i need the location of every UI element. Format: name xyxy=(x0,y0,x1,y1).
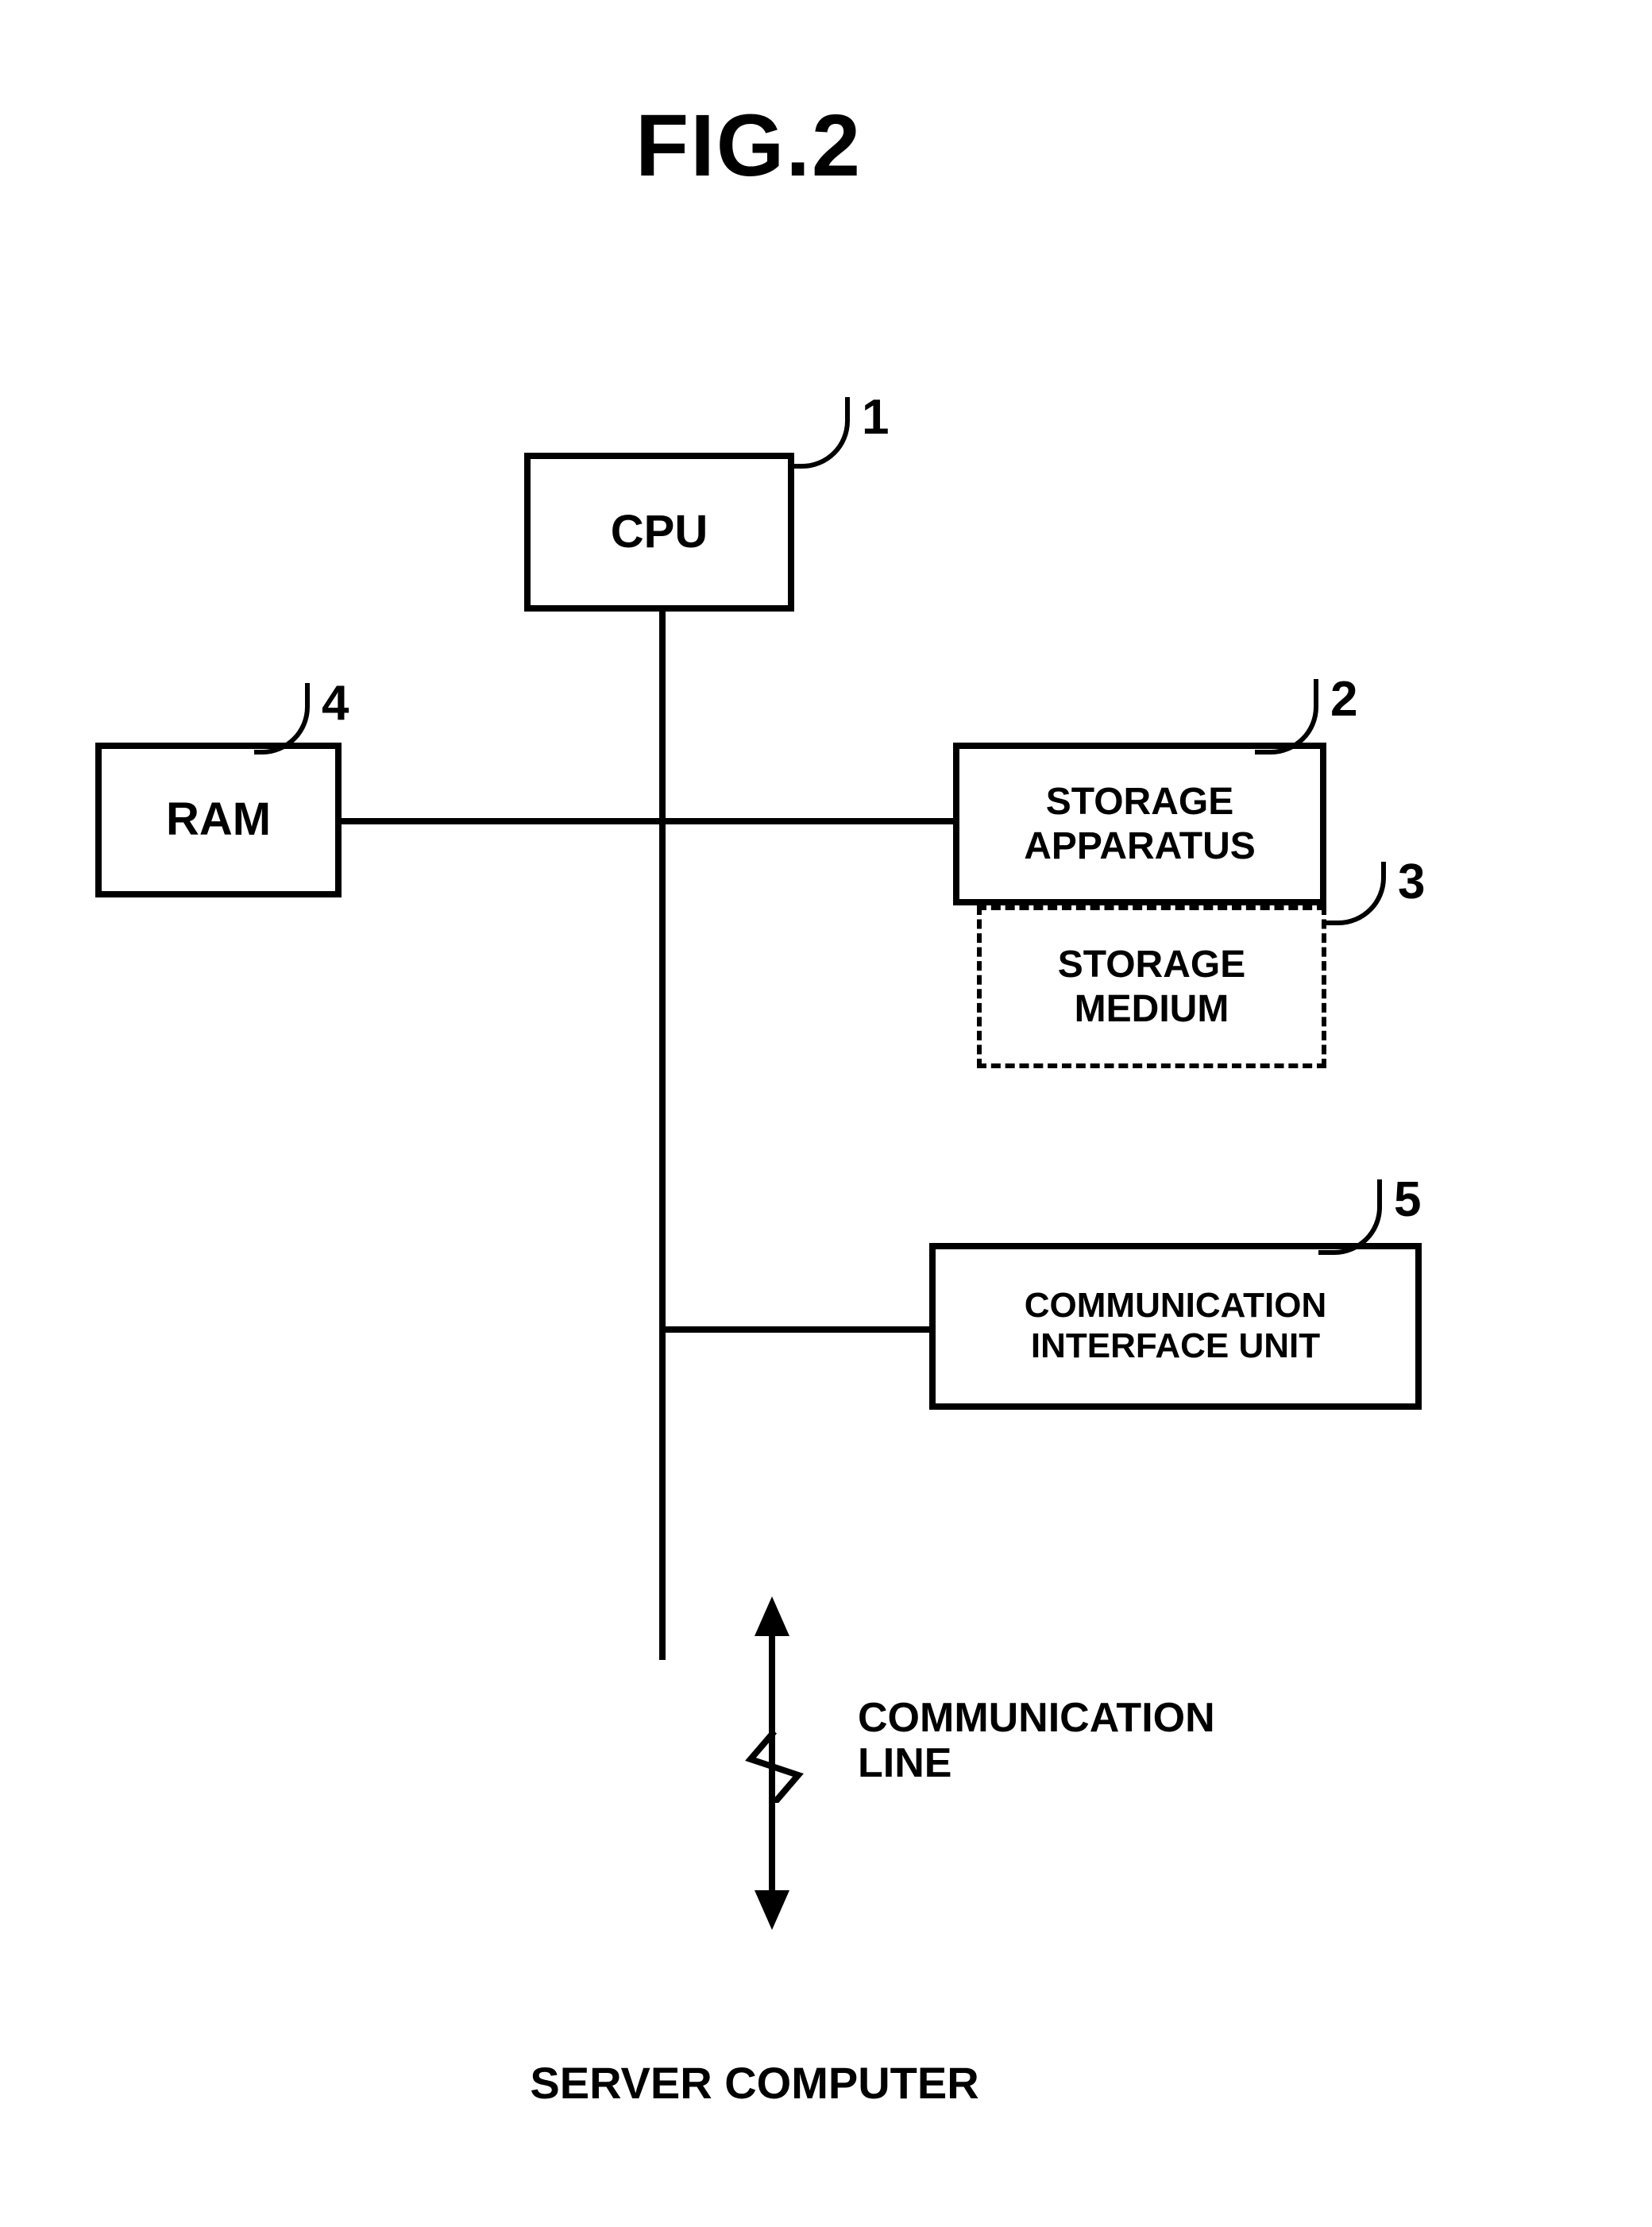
arrow-down-icon xyxy=(755,1890,789,1930)
cpu-ref-leader xyxy=(794,397,850,469)
server-caption: SERVER COMPUTER xyxy=(397,2057,1112,2109)
diagram-canvas: FIG.2 CPU 1 RAM 4 STORAGE APPARATUS 2 ST… xyxy=(0,0,1652,2227)
medium-ref-leader xyxy=(1326,862,1386,925)
cpu-block: CPU xyxy=(524,453,794,612)
comm-line-caption: COMMUNICATION LINE xyxy=(858,1696,1414,1786)
medium-ref: 3 xyxy=(1398,854,1425,910)
bus-horizontal-top xyxy=(342,818,953,824)
ram-label: RAM xyxy=(166,793,271,847)
storage-medium-label: STORAGE MEDIUM xyxy=(1058,943,1245,1030)
comm-interface-block: COMMUNICATION INTERFACE UNIT xyxy=(929,1243,1422,1410)
comm-ref: 5 xyxy=(1394,1171,1421,1228)
arrow-up-icon xyxy=(755,1596,789,1636)
bus-vertical xyxy=(659,612,666,1660)
storage-ref: 2 xyxy=(1330,671,1357,728)
storage-block: STORAGE APPARATUS xyxy=(953,743,1326,905)
storage-label: STORAGE APPARATUS xyxy=(1024,780,1256,867)
comm-interface-label: COMMUNICATION INTERFACE UNIT xyxy=(1025,1286,1326,1366)
ram-block: RAM xyxy=(95,743,342,897)
storage-medium-block: STORAGE MEDIUM xyxy=(977,905,1326,1068)
figure-title: FIG.2 xyxy=(635,95,862,196)
break-zigzag-icon xyxy=(731,1731,818,1803)
cpu-label: CPU xyxy=(611,506,708,559)
cpu-ref: 1 xyxy=(862,389,889,446)
ram-ref: 4 xyxy=(322,675,349,731)
bus-horizontal-comm xyxy=(659,1326,929,1333)
